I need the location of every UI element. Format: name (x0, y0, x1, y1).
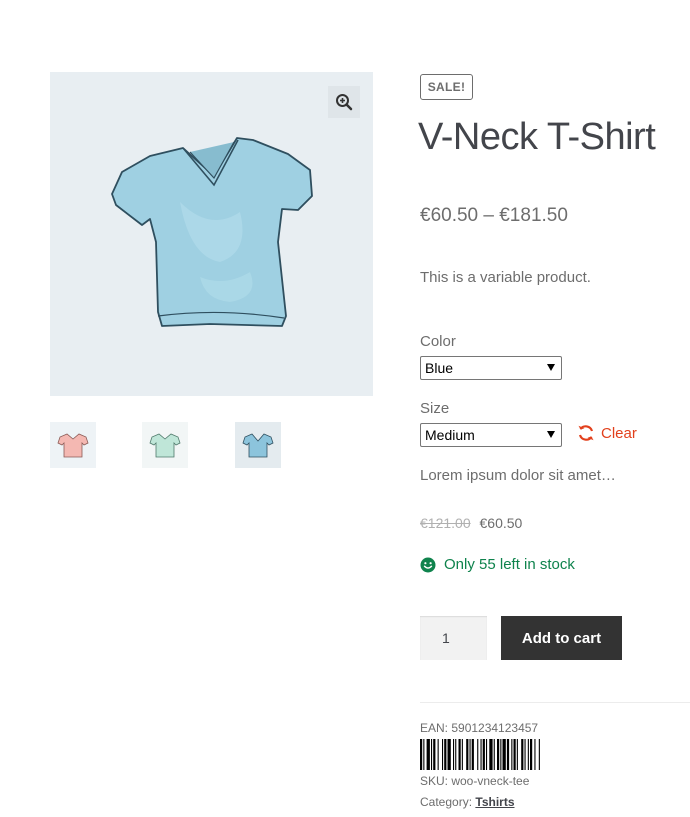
color-select[interactable]: Blue (420, 356, 562, 380)
barcode-image (420, 739, 540, 770)
product-title: V-Neck T-Shirt (418, 116, 656, 158)
add-to-cart-button[interactable]: Add to cart (501, 616, 622, 660)
color-label: Color (420, 333, 456, 350)
regular-price: €121.00 (420, 515, 471, 531)
short-description: This is a variable product. (420, 269, 591, 286)
tshirt-thumbnail-icon (242, 433, 274, 458)
zoom-button[interactable] (328, 86, 360, 118)
price-range: €60.50 – €181.50 (420, 205, 568, 226)
ean-text: EAN: 5901234123457 (420, 721, 539, 735)
category-label: Category: (420, 795, 473, 809)
gallery-thumbnail-mint[interactable] (142, 422, 188, 468)
refresh-icon (578, 425, 594, 441)
sku-text: SKU: woo-vneck-tee (420, 774, 530, 788)
size-select-value: Medium (425, 427, 475, 443)
variation-price: €121.00 €60.50 (420, 515, 522, 531)
tshirt-thumbnail-icon (57, 433, 89, 458)
stock-text: Only 55 left in stock (444, 556, 575, 573)
clear-label: Clear (601, 424, 637, 442)
chevron-down-icon (547, 431, 555, 438)
sale-price: €60.50 (479, 515, 523, 531)
tshirt-illustration (111, 137, 313, 327)
sale-badge: SALE! (420, 74, 473, 100)
gallery-thumbnail-pink[interactable] (50, 422, 96, 468)
clear-variations-link[interactable]: Clear (577, 424, 637, 442)
smiley-icon (420, 557, 436, 572)
size-label: Size (420, 400, 450, 417)
variation-description: Lorem ipsum dolor sit amet… (420, 467, 616, 484)
category-meta: Category: Tshirts (420, 795, 515, 809)
meta-divider (420, 702, 690, 703)
magnifier-plus-icon (336, 94, 353, 111)
stock-status: Only 55 left in stock (420, 556, 575, 573)
quantity-input[interactable] (420, 616, 487, 660)
chevron-down-icon (547, 364, 555, 371)
size-select[interactable]: Medium (420, 423, 562, 447)
category-link[interactable]: Tshirts (475, 795, 514, 809)
product-main-image[interactable] (50, 72, 373, 396)
color-select-value: Blue (425, 360, 454, 376)
tshirt-thumbnail-icon (149, 433, 181, 458)
gallery-thumbnail-blue[interactable] (235, 422, 281, 468)
